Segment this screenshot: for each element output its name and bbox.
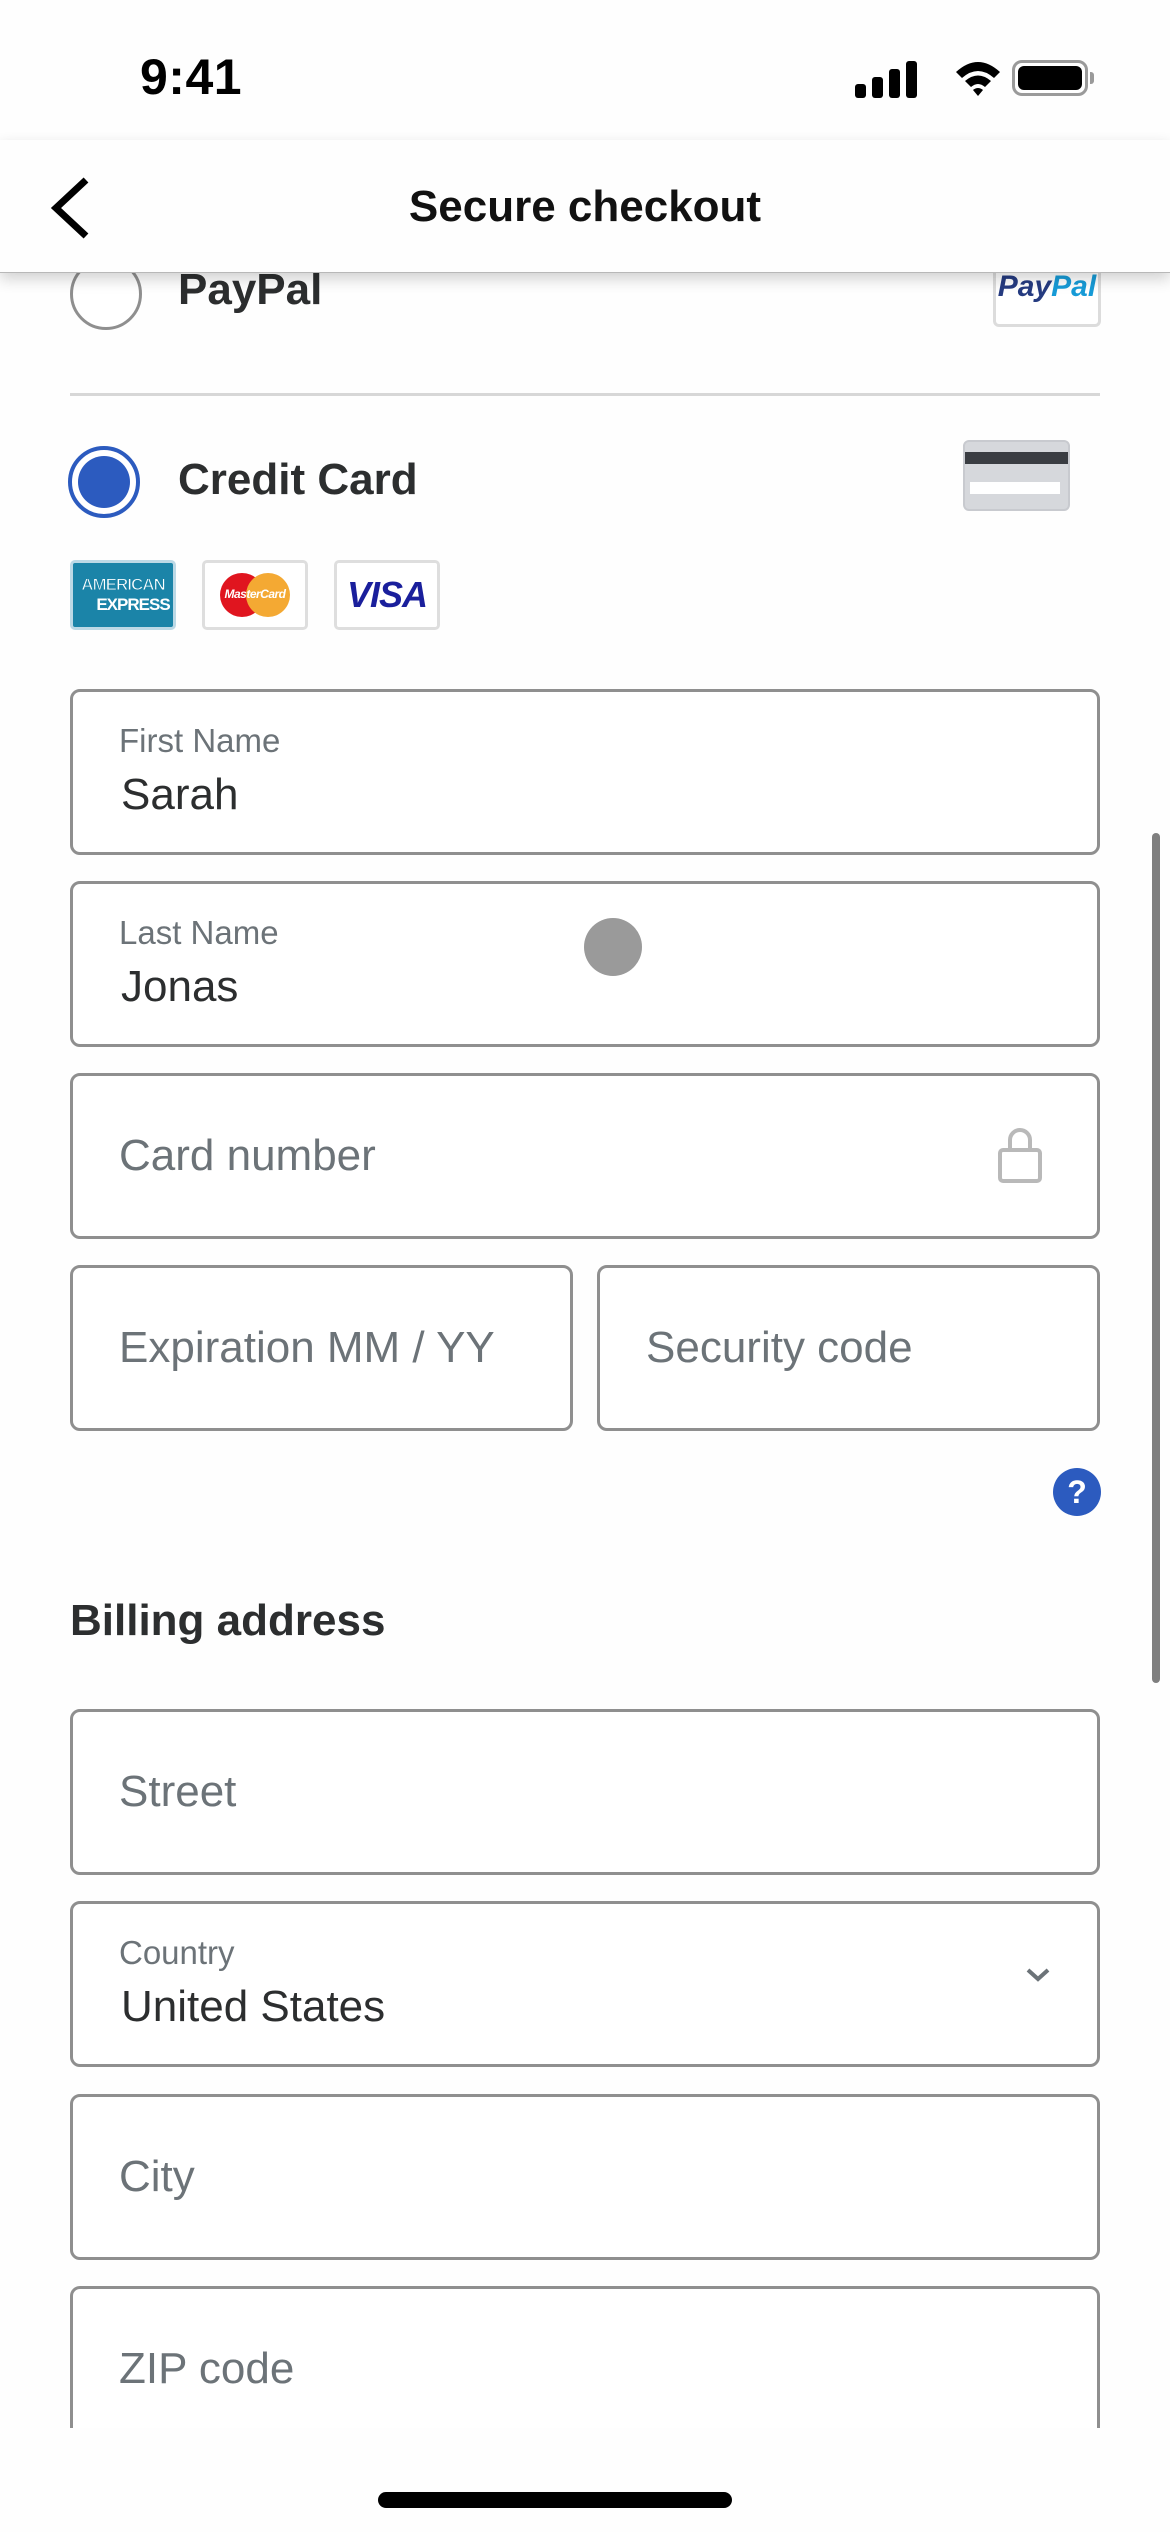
bottom-safe-area [0, 2428, 1170, 2532]
checkout-scroll-content[interactable]: PayPal Pay Pal Credit Card AMERICAN EXPRE… [0, 0, 1170, 2430]
battery-icon [1012, 60, 1088, 96]
city-placeholder: City [119, 2152, 195, 2201]
paypal-logo-pal: Pal [1051, 270, 1097, 303]
last-name-field[interactable]: Last Name Jonas [70, 881, 1100, 1047]
country-label: Country [119, 1934, 235, 1971]
scrollbar[interactable] [1152, 833, 1160, 1683]
credit-card-label[interactable]: Credit Card [178, 455, 418, 505]
page-title: Secure checkout [408, 182, 762, 231]
mastercard-logo-text: MasterCard [224, 587, 286, 601]
security-code-placeholder: Security code [646, 1323, 913, 1372]
amex-logo-line2: EXPRESS [96, 595, 170, 614]
security-code-field[interactable]: Security code [597, 1265, 1100, 1431]
street-field[interactable]: Street [70, 1709, 1100, 1875]
card-magnetic-stripe [965, 452, 1068, 464]
last-name-value[interactable]: Jonas [121, 962, 238, 1012]
nav-bar: Secure checkout [0, 140, 1170, 273]
paypal-logo-pay: Pay [997, 270, 1052, 303]
first-name-field[interactable]: First Name Sarah [70, 689, 1100, 855]
touch-indicator [584, 918, 642, 976]
last-name-label: Last Name [119, 914, 279, 951]
status-time: 9:41 [140, 49, 243, 105]
card-number-field[interactable]: Card number [70, 1073, 1100, 1239]
zip-code-placeholder: ZIP code [119, 2344, 295, 2393]
city-field[interactable]: City [70, 2094, 1100, 2260]
wifi-icon [953, 58, 1003, 103]
amex-logo: AMERICAN EXPRESS [70, 560, 176, 630]
street-placeholder: Street [119, 1767, 237, 1816]
mastercard-logo: MasterCard [202, 560, 308, 630]
amex-logo-line1: AMERICAN [81, 575, 167, 595]
divider [70, 393, 1100, 396]
country-value: United States [121, 1982, 386, 2031]
help-icon[interactable]: ? [1053, 1468, 1101, 1516]
card-number-placeholder: Card number [119, 1131, 376, 1180]
card-signature-strip [970, 482, 1060, 494]
country-select[interactable]: Country United States [70, 1901, 1100, 2067]
expiration-field[interactable]: Expiration MM / YY [70, 1265, 573, 1431]
status-icons [855, 58, 1095, 98]
first-name-value[interactable]: Sarah [121, 770, 238, 820]
home-indicator[interactable] [378, 2492, 732, 2508]
status-bar: 9:41 [0, 0, 1170, 140]
billing-address-heading: Billing address [70, 1596, 386, 1645]
chevron-down-icon [1025, 1966, 1051, 1989]
battery-cap [1090, 72, 1094, 84]
credit-card-icon [963, 440, 1070, 511]
visa-logo: VISA [334, 560, 440, 630]
lock-icon [997, 1124, 1043, 1189]
expiration-placeholder: Expiration MM / YY [119, 1323, 495, 1372]
first-name-label: First Name [119, 722, 281, 759]
credit-card-radio[interactable] [68, 446, 140, 518]
zip-code-field[interactable]: ZIP code [70, 2286, 1100, 2430]
